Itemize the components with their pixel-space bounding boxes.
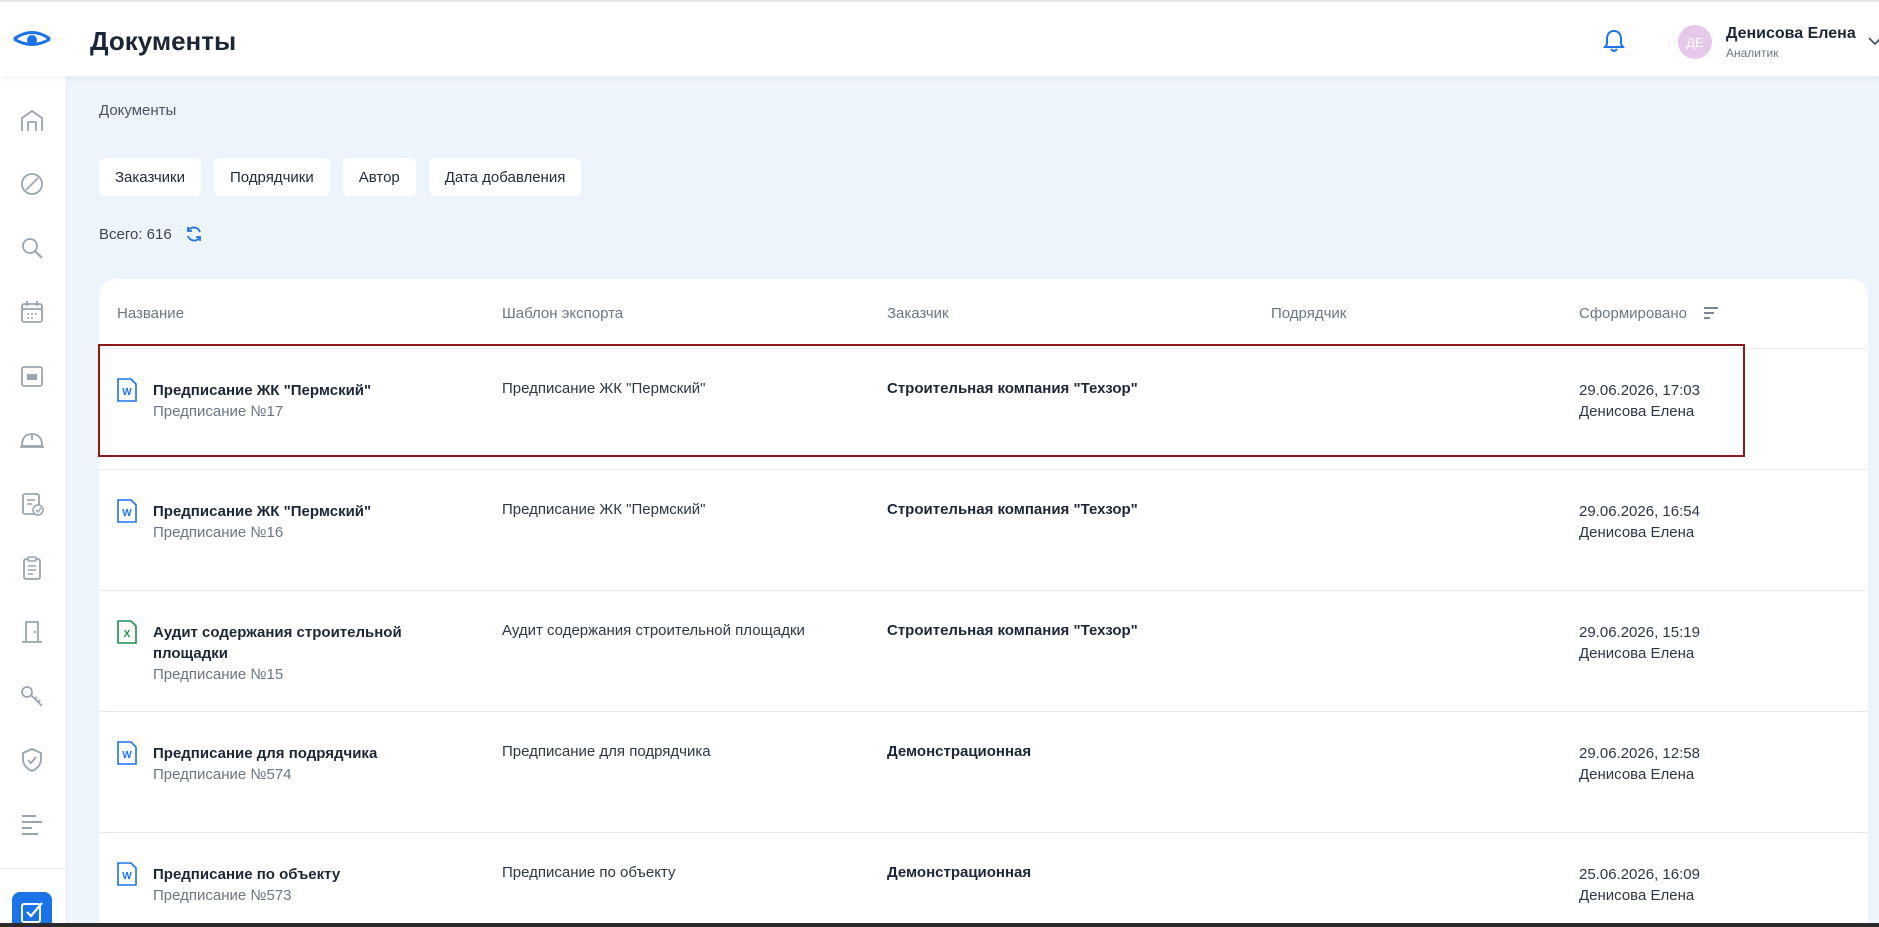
export-template: Предписание ЖК "Пермский": [502, 501, 706, 518]
checkbox-icon[interactable]: [12, 892, 52, 927]
block-icon[interactable]: [18, 170, 46, 198]
top-header: Документы ДЕ Денисова Елена Аналитик: [0, 0, 1879, 76]
svg-text:W: W: [122, 750, 132, 761]
export-template: Предписание ЖК "Пермский": [502, 380, 706, 397]
document-subtitle: Предписание №16: [153, 524, 284, 541]
filter-date-added-button[interactable]: Дата добавления: [428, 158, 582, 196]
word-file-icon: W: [117, 499, 137, 523]
door-icon[interactable]: [18, 618, 46, 646]
document-title: Предписание ЖК "Пермский": [153, 503, 372, 520]
breadcrumb[interactable]: Документы: [99, 102, 176, 119]
sidebar-divider: [0, 868, 67, 869]
filter-customers-button[interactable]: Заказчики: [99, 158, 201, 196]
table-header: Название Шаблон экспорта Заказчик Подряд…: [99, 279, 1868, 349]
refresh-icon[interactable]: [184, 224, 204, 244]
filter-author-button[interactable]: Автор: [342, 158, 416, 196]
export-template: Предписание по объекту: [502, 864, 676, 881]
page-title: Документы: [90, 26, 237, 56]
document-title: Предписание по объекту: [153, 866, 341, 883]
sort-icon[interactable]: [1702, 304, 1720, 322]
table-row[interactable]: W Предписание по объекту Предписание №573…: [99, 833, 1868, 927]
avatar: ДЕ: [1678, 25, 1712, 59]
document-subtitle: Предписание №17: [153, 403, 284, 420]
svg-text:W: W: [122, 387, 132, 398]
word-file-icon: W: [117, 741, 137, 765]
column-header-customer[interactable]: Заказчик: [887, 305, 949, 322]
word-file-icon: W: [117, 862, 137, 886]
formed-author: Денисова Елена: [1579, 645, 1695, 662]
filters-bar: Заказчики Подрядчики Автор Дата добавлен…: [99, 158, 582, 196]
folder-icon[interactable]: [18, 362, 46, 390]
clipboard-icon[interactable]: [18, 554, 46, 582]
excel-file-icon: X: [117, 620, 137, 644]
user-name: Денисова Елена: [1726, 24, 1856, 42]
customer: Строительная компания "Техзор": [887, 380, 1138, 397]
sidebar: [0, 76, 67, 927]
documents-table: Название Шаблон экспорта Заказчик Подряд…: [99, 279, 1868, 927]
formed-author: Денисова Елена: [1579, 766, 1695, 783]
user-menu[interactable]: ДЕ Денисова Елена Аналитик: [1678, 22, 1879, 62]
bell-icon[interactable]: [1602, 28, 1626, 54]
table-row[interactable]: X Аудит содержания строительной площадки…: [99, 591, 1868, 712]
building-icon[interactable]: [18, 106, 46, 134]
document-title: Предписание ЖК "Пермский": [153, 382, 372, 399]
bottom-edge: [0, 923, 1879, 927]
formed-author: Денисова Елена: [1579, 403, 1695, 420]
customer: Демонстрационная: [887, 864, 1032, 881]
formed-date: 29.06.2026, 17:03: [1579, 382, 1700, 399]
column-header-formed[interactable]: Сформировано: [1579, 305, 1687, 322]
calendar-icon[interactable]: [18, 298, 46, 326]
export-template: Предписание для подрядчика: [502, 743, 711, 760]
customer: Демонстрационная: [887, 743, 1032, 760]
total-label: Всего: 616: [99, 225, 172, 243]
document-subtitle: Предписание №573: [153, 887, 292, 904]
customer: Строительная компания "Техзор": [887, 622, 1138, 639]
formed-date: 29.06.2026, 16:54: [1579, 503, 1700, 520]
customer: Строительная компания "Техзор": [887, 501, 1138, 518]
word-file-icon: W: [117, 378, 137, 402]
table-row[interactable]: W Предписание ЖК "Пермский" Предписание №…: [99, 470, 1868, 591]
export-template: Аудит содержания строительной площадки: [502, 622, 805, 639]
formed-author: Денисова Елена: [1579, 887, 1695, 904]
total-count: Всего: 616: [99, 224, 204, 244]
document-subtitle: Предписание №574: [153, 766, 292, 783]
column-header-template[interactable]: Шаблон экспорта: [502, 305, 623, 322]
formed-date: 29.06.2026, 15:19: [1579, 624, 1700, 641]
formed-date: 29.06.2026, 12:58: [1579, 745, 1700, 762]
formed-author: Денисова Елена: [1579, 524, 1695, 541]
filter-contractors-button[interactable]: Подрядчики: [213, 158, 330, 196]
document-title: Аудит содержания строительной площадки: [153, 624, 402, 662]
key-icon[interactable]: [18, 682, 46, 710]
document-title: Предписание для подрядчика: [153, 745, 378, 762]
table-row[interactable]: W Предписание ЖК "Пермский" Предписание №…: [99, 349, 1868, 470]
formed-date: 25.06.2026, 16:09: [1579, 866, 1700, 883]
table-row[interactable]: W Предписание для подрядчика Предписание …: [99, 712, 1868, 833]
document-subtitle: Предписание №15: [153, 666, 284, 683]
svg-text:X: X: [124, 629, 131, 640]
chevron-down-icon[interactable]: [1868, 36, 1879, 46]
helmet-icon[interactable]: [18, 426, 46, 454]
column-header-contractor[interactable]: Подрядчик: [1271, 305, 1346, 322]
search-icon[interactable]: [18, 234, 46, 262]
svg-text:W: W: [122, 508, 132, 519]
checklist-clock-icon[interactable]: [18, 490, 46, 518]
column-header-name[interactable]: Название: [117, 305, 184, 322]
svg-text:W: W: [122, 871, 132, 882]
user-role: Аналитик: [1726, 45, 1779, 60]
shield-check-icon[interactable]: [18, 746, 46, 774]
gantt-icon[interactable]: [18, 810, 46, 838]
eye-logo-icon[interactable]: [12, 30, 52, 52]
